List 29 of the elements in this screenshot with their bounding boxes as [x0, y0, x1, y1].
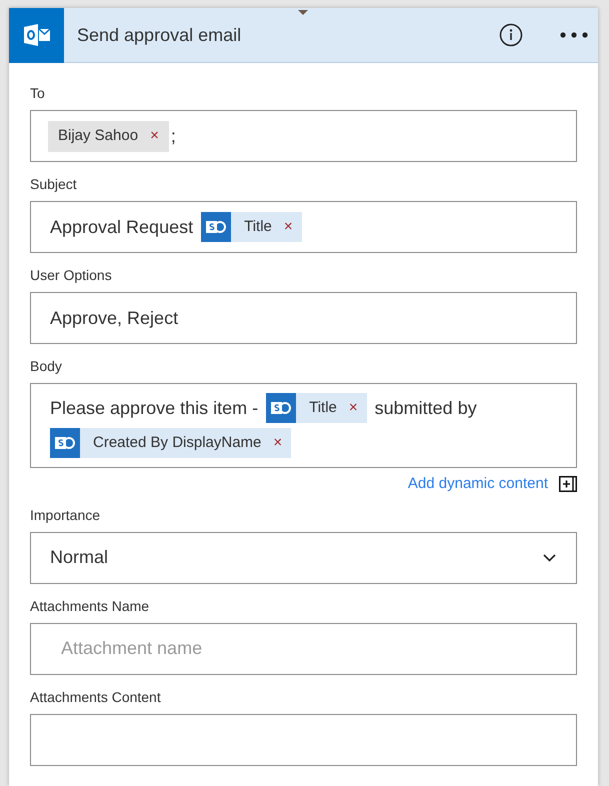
token-label: Created By DisplayName [93, 432, 262, 453]
input-field[interactable]: Approve, Reject [30, 292, 577, 344]
field-text: ; [170, 124, 176, 148]
field-label: Subject [30, 175, 78, 194]
field-text: Approval Request [50, 216, 194, 239]
input-field[interactable]: Bijay Sahoo × ; [30, 110, 577, 162]
token-label: Title [244, 216, 272, 237]
remove-icon[interactable]: × [150, 124, 159, 148]
token-label: Title [309, 398, 337, 418]
field-text: Approve, Reject [50, 306, 178, 330]
field-text: submitted by [374, 396, 477, 420]
field-label: Attachments Name [30, 596, 150, 616]
field-label: Importance [30, 506, 102, 525]
field-label: Body [30, 357, 63, 376]
add-dynamic-content-link[interactable]: Add dynamic content [408, 473, 548, 496]
input-field[interactable]: Please approve this item - Title × submitted by Created By DisplayName × [30, 383, 577, 468]
field-text: Please approve this item - [50, 396, 258, 420]
field-label: User Options [30, 266, 113, 286]
importance-dropdown[interactable]: Normal [30, 532, 577, 584]
remove-icon[interactable]: × [348, 396, 358, 420]
input-field[interactable]: Attachment name [30, 622, 577, 675]
recipient-name: Bijay Sahoo [58, 126, 138, 146]
remove-icon[interactable]: × [273, 432, 282, 454]
field-label: To [30, 84, 46, 103]
remove-icon[interactable]: × [284, 216, 293, 238]
field-label: Attachments Content [30, 688, 162, 707]
input-field[interactable]: Approval Request Title × [30, 201, 577, 254]
card-title: Send approval email [77, 24, 242, 47]
dropdown-value: Normal [50, 546, 108, 570]
